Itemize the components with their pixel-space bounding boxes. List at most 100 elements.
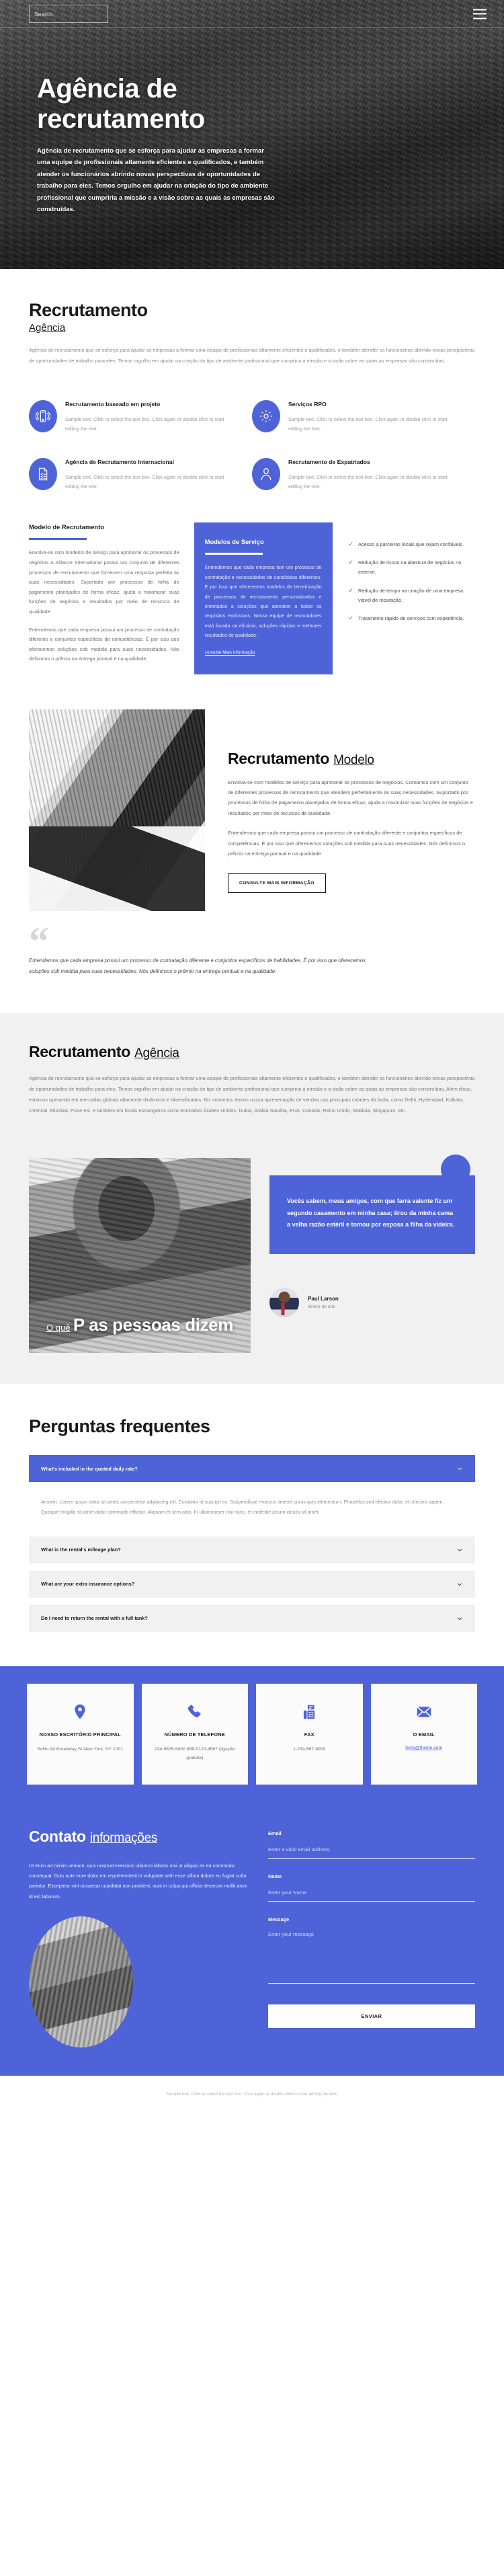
faq-question: What's included in the quoted daily rate…	[41, 1465, 138, 1472]
faq-question: What is the rental's mileage plan?	[41, 1547, 121, 1553]
check-icon: ✓	[348, 559, 354, 566]
contact-heading-sub: informações	[89, 1830, 158, 1845]
contact-form-section: Contato informações Ut enim ad minim ven…	[0, 1804, 504, 2076]
hamburger-menu-icon[interactable]	[473, 9, 487, 19]
faq-item-4[interactable]: Do I need to return the rental with a fu…	[29, 1604, 475, 1632]
email-field-group: Email	[268, 1830, 475, 1859]
message-label: Message	[268, 1916, 290, 1922]
feature-body: Serviços RPO Sample text. Click to selec…	[288, 400, 458, 434]
list-item: ✓ Tratamento rápido de serviços com expe…	[349, 614, 475, 623]
model-middle-title: Modelos de Serviço	[204, 537, 264, 545]
contact-card-title: O EMAIL	[413, 1731, 435, 1738]
gray-paragraph: Agência de recrutamento que se esforça p…	[29, 1075, 475, 1114]
contact-card-text: 234-9876-5400 888-0123-4567 (ligação gra…	[154, 1747, 235, 1760]
feature-title: Serviços RPO	[288, 400, 327, 407]
model-middle-paragraph: Entendemos que cada empresa tem um proce…	[204, 564, 322, 639]
burger-line	[473, 17, 487, 19]
author-info: Paul Larson diretor de arte	[308, 1296, 339, 1309]
model-paragraph-1: Envolva-se com modelos de serviço para a…	[228, 779, 473, 816]
faq-item-3[interactable]: What are your extra insurance options?	[29, 1570, 475, 1598]
feature-text: Sample text. Click to select the text bo…	[288, 416, 448, 432]
recruitment-model-columns: Modelo de Recrutamento Envolva-se com mo…	[0, 508, 504, 701]
chevron-down-icon	[457, 1549, 462, 1552]
message-field-group: Message	[268, 1916, 475, 1987]
burger-line	[473, 13, 487, 15]
model-heading-main: Recrutamento	[228, 749, 330, 767]
gray-heading-main: Recrutamento	[29, 1043, 131, 1061]
chevron-down-icon	[457, 1617, 462, 1621]
checklist-text: Acesso a parceiros locais que sejam conf…	[358, 541, 464, 547]
list-item: ✓ Redução de riscos na abertura de negóc…	[349, 558, 475, 576]
more-information-link[interactable]: consulte Mais informação	[204, 650, 255, 656]
model-column-middle: Modelos de Serviço Entendemos que cada e…	[194, 522, 333, 674]
contact-card-title: FAX	[304, 1731, 314, 1738]
feature-card-rpo-services[interactable]: Serviços RPO Sample text. Click to selec…	[252, 392, 475, 450]
list-item: ✓ Redução de tempo na criação de uma emp…	[349, 586, 475, 604]
burger-line	[473, 9, 487, 10]
pull-quote-text: Entendemos que cada empresa possui um pr…	[29, 957, 366, 974]
author-role: diretor de arte	[308, 1304, 336, 1309]
testimonial-quote-text: Vocês sabem, meus amigos, com que farra …	[287, 1198, 455, 1228]
testimonial-image-wrapper: O quê P as pessoas dizem	[29, 1158, 251, 1354]
contact-form-fields: Email Name Message ENVIAR	[268, 1828, 475, 2047]
feature-card-project-based[interactable]: Recrutamento baseado em projeto Sample t…	[29, 392, 252, 450]
faq-item-2[interactable]: What is the rental's mileage plan?	[29, 1536, 475, 1563]
author-name: Paul Larson	[308, 1295, 339, 1302]
hero-title: Agência de recrutamento	[37, 74, 205, 134]
contact-info-cards: NOSSO ESCRITÓRIO PRINCIPAL SoHo 94 Broad…	[0, 1666, 504, 1805]
feature-card-international-agency[interactable]: Agência de Recrutamento Internacional Sa…	[29, 450, 252, 508]
contact-card-text: SoHo 94 Broadway St New York, NY 1001	[37, 1747, 124, 1752]
list-item: ✓ Acesso a parceiros locais que sejam co…	[349, 540, 475, 549]
check-icon: ✓	[348, 615, 354, 622]
hero-content: Agência de recrutamento Agência de recru…	[0, 0, 296, 216]
mobile-phone-signal-icon	[29, 399, 57, 432]
phone-icon	[149, 1699, 242, 1725]
model-heading: Recrutamento Modelo	[228, 750, 475, 768]
feature-body: Recrutamento baseado em projeto Sample t…	[65, 400, 235, 434]
feature-body: Agência de Recrutamento Internacional Sa…	[65, 458, 235, 492]
model-left-title: Modelo de Recrutamento	[29, 522, 104, 531]
faq-section: Perguntas frequentes What's included in …	[0, 1384, 504, 1666]
contact-card-title: NOSSO ESCRITÓRIO PRINCIPAL	[39, 1731, 121, 1738]
contact-card-email: O EMAIL hello@theme.com	[370, 1683, 477, 1785]
faq-question: What are your extra insurance options?	[41, 1581, 135, 1588]
envelope-icon	[378, 1699, 471, 1725]
recruitment-model-section: Recrutamento Modelo Envolva-se com model…	[0, 701, 504, 911]
building-photo	[29, 709, 205, 911]
consult-more-information-button[interactable]: CONSULTE MAIS INFORMAÇÃO	[228, 873, 326, 894]
feature-card-expatriate-recruitment[interactable]: Recrutamento de Expatriados Sample text.…	[252, 450, 475, 508]
faq-answer-text: Answer. Lorem ipsum dolor sit amet, cons…	[41, 1499, 444, 1516]
model-heading-sub: Modelo	[333, 752, 374, 767]
agencia-subtitle: Agência	[29, 322, 66, 334]
chevron-down-icon	[457, 1583, 462, 1586]
submit-button[interactable]: ENVIAR	[268, 2004, 475, 2028]
testimonial-quote-card: Vocês sabem, meus amigos, com que farra …	[269, 1175, 475, 1254]
model-column-left: Modelo de Recrutamento Envolva-se com mo…	[29, 522, 194, 674]
gray-heading-sub: Agência	[134, 1046, 179, 1061]
feature-body: Recrutamento de Expatriados Sample text.…	[288, 458, 458, 492]
agencia-paragraph: Agência de recrutamento que se esforça p…	[29, 347, 475, 364]
title-underline-rule	[29, 538, 87, 541]
fax-icon	[263, 1699, 356, 1725]
check-icon: ✓	[348, 540, 354, 547]
contact-heading: Contato informações	[29, 1828, 251, 1846]
name-field[interactable]	[268, 1886, 475, 1902]
faq-question: Do I need to return the rental with a fu…	[41, 1615, 148, 1622]
testimonial-overlay-heading: O quê P as pessoas dizem	[29, 1315, 251, 1335]
email-link[interactable]: hello@theme.com	[405, 1746, 442, 1750]
feature-text: Sample text. Click to select the text bo…	[65, 416, 224, 432]
search-input[interactable]	[29, 5, 108, 23]
feature-title: Recrutamento de Expatriados	[288, 458, 370, 465]
feature-text: Sample text. Click to select the text bo…	[65, 473, 224, 490]
testimonial-section: O quê P as pessoas dizem Vocês sabem, me…	[0, 1143, 504, 1384]
model-text-block: Recrutamento Modelo Envolva-se com model…	[228, 709, 475, 911]
model-left-paragraph-2: Entendemos que cada empresa possui um pr…	[29, 626, 179, 662]
testimonial-author: Paul Larson diretor de arte	[269, 1287, 475, 1317]
email-field[interactable]	[268, 1843, 475, 1859]
city-skyline-oval-photo	[29, 1916, 133, 2048]
model-paragraph-2: Entendemos que cada empresa possui um pr…	[228, 830, 466, 857]
message-field[interactable]	[268, 1928, 475, 1984]
faq-item-1[interactable]: What's included in the quoted daily rate…	[29, 1455, 475, 1483]
checklist-text: Redução de riscos na abertura de negócio…	[358, 559, 462, 576]
gray-heading: Recrutamento Agência	[29, 1043, 475, 1061]
